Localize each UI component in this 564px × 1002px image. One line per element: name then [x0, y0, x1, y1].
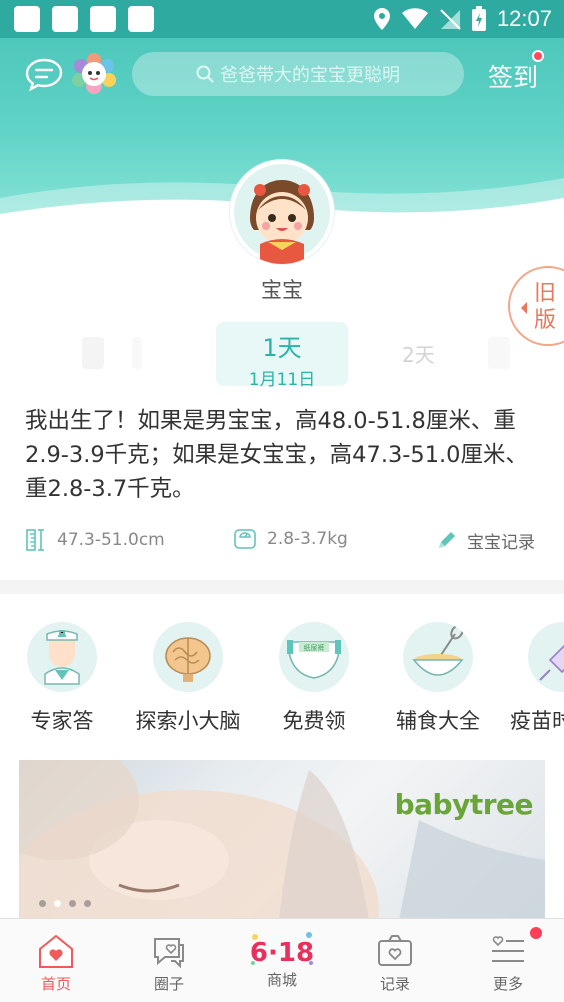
feature-brain[interactable]: 探索小大脑	[128, 622, 248, 735]
nav-more[interactable]: 更多	[452, 919, 564, 1002]
pencil-icon	[439, 531, 455, 548]
feature-label: 辅食大全	[396, 709, 480, 733]
carousel-dots	[39, 900, 91, 907]
height-value: 47.3-51.0cm	[57, 530, 165, 550]
nav-home[interactable]: 首页	[0, 919, 112, 1002]
carousel-dot	[84, 900, 91, 907]
weight-value: 2.8-3.7kg	[267, 529, 348, 549]
notification-icon	[128, 6, 154, 32]
baby-girl-icon	[234, 164, 330, 264]
clock: 12:07	[496, 6, 552, 31]
nav-label: 首页	[40, 975, 71, 993]
profile-avatar-icon[interactable]	[72, 52, 116, 96]
feature-label: 探索小大脑	[135, 709, 241, 733]
day-placeholder	[488, 337, 510, 369]
current-date: 1月11日	[248, 370, 316, 390]
signin-button[interactable]: 签到	[488, 58, 538, 94]
carousel-dot	[39, 900, 46, 907]
height-stat: 47.3-51.0cm	[25, 528, 165, 552]
banner-photo	[19, 760, 545, 920]
wifi-icon	[401, 8, 428, 29]
search-input[interactable]: 爸爸带大的宝宝更聪明	[132, 52, 464, 96]
day-placeholder	[82, 337, 104, 369]
618-badge-icon: 6·18	[250, 932, 314, 968]
feature-label: 专家答	[30, 709, 94, 733]
location-icon	[373, 8, 390, 30]
search-placeholder: 爸爸带大的宝宝更聪明	[220, 65, 400, 86]
diaper-icon: 纸尿裤	[287, 640, 341, 679]
feature-label: 疫苗时	[510, 709, 564, 733]
day-selector-next[interactable]: 2天	[402, 339, 435, 368]
growth-description: 我出生了！如果是男宝宝，高48.0-51.8厘米、重2.9-3.9千克；如果是女…	[25, 408, 528, 502]
status-bar: 12:07	[0, 0, 564, 38]
battery-icon	[471, 6, 486, 31]
babytree-logo: babytree	[394, 788, 534, 821]
signin-badge	[532, 50, 544, 62]
nav-mall[interactable]: 6·18 商城	[226, 919, 338, 1002]
no-signal-icon	[440, 9, 461, 30]
baby-record-link[interactable]: 宝宝记录	[435, 528, 535, 553]
feature-vaccine[interactable]: 疫苗时	[504, 622, 564, 735]
notification-icon	[52, 6, 78, 32]
old-version-label: 旧版	[534, 281, 557, 333]
nav-circle[interactable]: 圈子	[113, 919, 225, 1002]
svg-text:纸尿裤: 纸尿裤	[304, 643, 325, 652]
carousel-dot-active	[54, 900, 61, 907]
message-icon[interactable]	[25, 57, 63, 91]
nav-record[interactable]: 记录	[339, 919, 451, 1002]
nav-label: 圈子	[153, 975, 184, 993]
scale-icon	[234, 529, 256, 549]
carousel-dot	[69, 900, 76, 907]
syringe-icon	[539, 644, 564, 681]
more-badge	[530, 927, 542, 939]
day-selector-current[interactable]: 1天 1月11日	[216, 322, 348, 390]
camera-icon	[378, 935, 412, 966]
feature-recipes[interactable]: 辅食大全	[378, 622, 498, 735]
home-heart-icon	[39, 934, 73, 968]
svg-text:6·18: 6·18	[250, 938, 314, 968]
notification-icon	[14, 6, 40, 32]
doctor-icon	[44, 630, 80, 685]
search-icon	[196, 65, 214, 83]
chat-hearts-icon	[154, 938, 184, 969]
day-placeholder	[132, 337, 142, 369]
menu-heart-icon	[492, 936, 524, 962]
bowl-whisk-icon	[412, 624, 464, 676]
baby-name: 宝宝	[261, 278, 303, 302]
feature-expert[interactable]: 专家答	[2, 622, 122, 735]
section-divider	[0, 580, 564, 594]
notification-icon	[90, 6, 116, 32]
promo-banner[interactable]: babytree	[19, 760, 545, 920]
baby-record-label: 宝宝记录	[467, 533, 535, 553]
nav-label: 记录	[379, 975, 410, 993]
bottom-nav: 首页 圈子 6·18 商城 记录 更多	[0, 918, 564, 1002]
weight-stat: 2.8-3.7kg	[233, 528, 348, 550]
feature-label: 免费领	[282, 709, 346, 733]
baby-avatar[interactable]	[230, 160, 334, 264]
current-day: 1天	[262, 334, 302, 362]
feature-free[interactable]: 纸尿裤 免费领	[254, 622, 374, 735]
brain-icon	[165, 637, 211, 682]
ruler-icon	[26, 529, 44, 551]
growth-stats: 47.3-51.0cm 2.8-3.7kg 宝宝记录	[25, 528, 545, 560]
chevron-left-icon	[521, 302, 527, 314]
nav-label: 更多	[492, 975, 523, 993]
